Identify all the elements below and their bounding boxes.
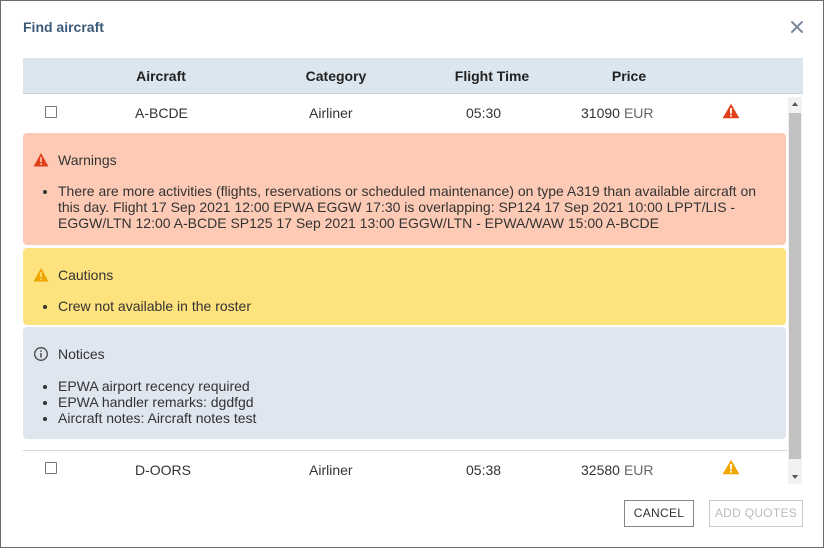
- flight-time-cell: 05:38: [466, 462, 502, 478]
- table-row[interactable]: D-OORS Airliner 05:38 32580 EUR: [23, 451, 787, 484]
- warnings-list: There are more activities (flights, rese…: [43, 183, 768, 231]
- add-quotes-button[interactable]: ADD QUOTES: [709, 500, 803, 527]
- notice-item: Aircraft notes: Aircraft notes test: [43, 410, 768, 426]
- scroll-up-arrow-icon[interactable]: [788, 97, 802, 111]
- notice-item: EPWA airport recency required: [43, 378, 768, 394]
- aircraft-cell: D-OORS: [135, 462, 191, 478]
- price-cell: 32580 EUR: [581, 462, 654, 478]
- column-header-category[interactable]: Category: [299, 68, 373, 84]
- notices-panel: Notices EPWA airport recency required EP…: [23, 327, 786, 439]
- cautions-list: Crew not available in the roster: [43, 298, 768, 314]
- warnings-panel: Warnings There are more activities (flig…: [23, 133, 786, 245]
- warning-triangle-icon: [722, 103, 740, 119]
- category-cell: Airliner: [309, 105, 353, 121]
- notice-item: EPWA handler remarks: dgdfgd: [43, 394, 768, 410]
- warning-item: There are more activities (flights, rese…: [43, 183, 768, 231]
- column-header-price[interactable]: Price: [607, 68, 651, 84]
- warnings-title: Warnings: [58, 152, 117, 168]
- flight-time-cell: 05:30: [466, 105, 502, 121]
- column-header-flight-time[interactable]: Flight Time: [447, 68, 537, 84]
- row-select-checkbox[interactable]: [45, 462, 57, 474]
- table-row[interactable]: A-BCDE Airliner 05:30 31090 EUR: [23, 94, 787, 130]
- warning-triangle-icon: [33, 153, 49, 167]
- caution-triangle-icon: [722, 459, 740, 475]
- dialog-title: Find aircraft: [23, 19, 104, 35]
- scroll-down-arrow-icon[interactable]: [788, 470, 802, 484]
- find-aircraft-dialog: Find aircraft Aircraft Category Flight T…: [0, 0, 824, 548]
- caution-triangle-icon: [33, 268, 49, 282]
- scrollbar-thumb[interactable]: [789, 113, 801, 459]
- close-icon[interactable]: [788, 18, 806, 36]
- aircraft-cell: A-BCDE: [135, 105, 188, 121]
- price-value: 32580: [581, 462, 620, 478]
- results-list: A-BCDE Airliner 05:30 31090EUR Warnings: [23, 94, 803, 484]
- cancel-button[interactable]: CANCEL: [624, 500, 694, 527]
- cautions-panel: Cautions Crew not available in the roste…: [23, 248, 786, 325]
- notices-title: Notices: [58, 346, 105, 362]
- price-value: 31090: [581, 105, 620, 121]
- info-icon: [34, 347, 48, 361]
- category-cell: Airliner: [309, 462, 353, 478]
- price-currency: EUR: [623, 462, 654, 478]
- column-header-aircraft[interactable]: Aircraft: [129, 68, 193, 84]
- price-currency: EUR: [623, 105, 654, 121]
- cautions-title: Cautions: [58, 267, 114, 283]
- caution-item: Crew not available in the roster: [43, 298, 768, 314]
- table-header: Aircraft Category Flight Time Price: [23, 58, 803, 94]
- price-cell: 31090 EUR: [581, 105, 654, 121]
- notices-list: EPWA airport recency required EPWA handl…: [43, 378, 768, 426]
- vertical-scrollbar[interactable]: [788, 97, 802, 484]
- row-select-checkbox[interactable]: [45, 106, 57, 118]
